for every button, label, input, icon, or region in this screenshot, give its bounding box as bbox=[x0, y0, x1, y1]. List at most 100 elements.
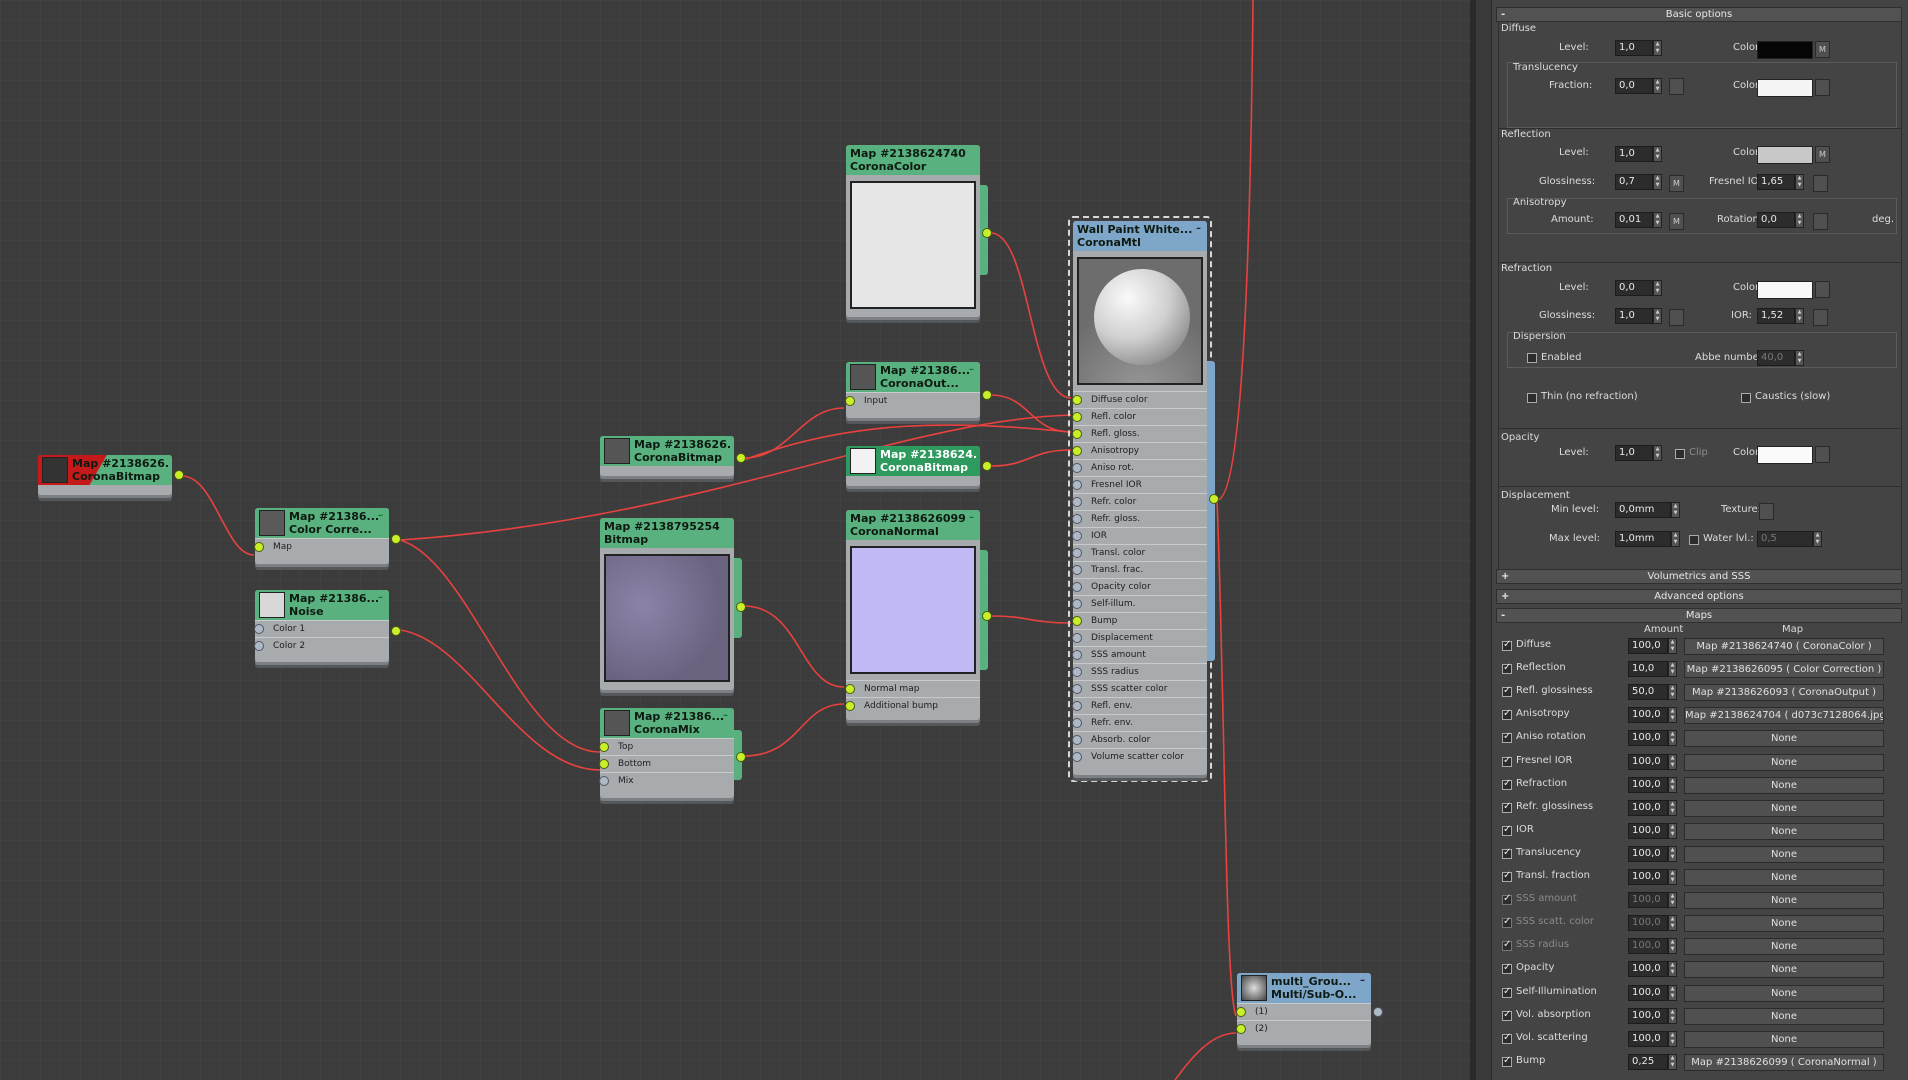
aniso-amount-spinner[interactable]: 0,01 ▲ ▼ bbox=[1615, 212, 1662, 228]
rollout-basic-options[interactable]: - Basic options bbox=[1496, 7, 1902, 22]
map-enable-checkbox[interactable] bbox=[1502, 847, 1512, 859]
slot-transl-frac[interactable]: Transl. frac. bbox=[1072, 561, 1207, 578]
rollout-advanced-options[interactable]: + Advanced options bbox=[1496, 589, 1902, 604]
node-noise[interactable]: Map #21386... Noise – Color 1 Color 2 bbox=[254, 590, 401, 662]
slot-refl-color[interactable]: Refl. color bbox=[1072, 408, 1207, 425]
output-socket[interactable] bbox=[982, 228, 992, 238]
minimize-icon[interactable]: – bbox=[1360, 975, 1365, 986]
opacity-level-spinner[interactable]: 1,0 ▲ ▼ bbox=[1615, 445, 1662, 461]
output-socket[interactable] bbox=[736, 752, 746, 762]
refraction-gloss-spinner[interactable]: 1,0 ▲ ▼ bbox=[1615, 308, 1662, 324]
map-enable-checkbox[interactable] bbox=[1502, 824, 1512, 836]
map-enable-checkbox[interactable] bbox=[1502, 731, 1512, 743]
slot-top[interactable]: Top bbox=[599, 738, 734, 755]
water-level-checkbox[interactable] bbox=[1689, 535, 1699, 545]
map-amount-spinner[interactable]: 0,25 ▲ ▼ bbox=[1628, 1054, 1677, 1070]
output-socket[interactable] bbox=[391, 626, 401, 636]
output-socket[interactable] bbox=[736, 453, 746, 463]
aniso-rotation-spinner[interactable]: 0,0 ▲ ▼ bbox=[1757, 212, 1804, 228]
node-editor-canvas[interactable]: Map #2138626... CoronaBitmap Map #21386..… bbox=[0, 0, 1470, 1080]
input-socket[interactable] bbox=[1072, 616, 1082, 626]
node-corona-output[interactable]: Map #21386... CoronaOut... – Input bbox=[845, 362, 992, 418]
map-slot-button[interactable]: None bbox=[1684, 938, 1884, 955]
input-socket[interactable] bbox=[1072, 565, 1082, 575]
output-socket[interactable] bbox=[1209, 494, 1219, 504]
map-enable-checkbox[interactable] bbox=[1502, 986, 1512, 998]
map-amount-spinner[interactable]: 100,0 ▲ ▼ bbox=[1628, 638, 1677, 654]
map-amount-spinner[interactable]: 100,0 ▲ ▼ bbox=[1628, 777, 1677, 793]
map-enable-checkbox[interactable] bbox=[1502, 662, 1512, 674]
output-socket[interactable] bbox=[174, 470, 184, 480]
map-enable-checkbox[interactable] bbox=[1502, 778, 1512, 790]
node-bitmap-mid[interactable]: Map #2138626... CoronaBitmap bbox=[600, 436, 746, 476]
slot-2[interactable]: (2) bbox=[1236, 1020, 1371, 1037]
input-socket[interactable] bbox=[1072, 752, 1082, 762]
map-amount-spinner[interactable]: 50,0 ▲ ▼ bbox=[1628, 684, 1677, 700]
map-enable-checkbox[interactable] bbox=[1502, 1032, 1512, 1044]
map-amount-spinner[interactable]: 100,0 ▲ ▼ bbox=[1628, 985, 1677, 1001]
map-slot-button[interactable]: Map #2138624704 ( d073c7128064.jpg ) bbox=[1684, 707, 1884, 724]
map-amount-spinner[interactable]: 100,0 ▲ ▼ bbox=[1628, 938, 1677, 954]
map-enable-checkbox[interactable] bbox=[1502, 639, 1512, 651]
translucency-fraction-map-button[interactable] bbox=[1669, 78, 1684, 95]
map-slot-button[interactable]: None bbox=[1684, 754, 1884, 771]
map-slot-button[interactable]: Map #2138626093 ( CoronaOutput ) bbox=[1684, 684, 1884, 701]
slot-opacity-color[interactable]: Opacity color bbox=[1072, 578, 1207, 595]
map-slot-button[interactable]: None bbox=[1684, 823, 1884, 840]
slot-volume-scatter-color[interactable]: Volume scatter color bbox=[1072, 748, 1207, 765]
slot-additional-bump[interactable]: Additional bump bbox=[845, 697, 980, 714]
map-enable-checkbox[interactable] bbox=[1502, 939, 1512, 951]
slot-refl-gloss[interactable]: Refl. gloss. bbox=[1072, 425, 1207, 442]
aniso-amount-map-button[interactable]: M bbox=[1669, 213, 1684, 230]
slot-refr-gloss[interactable]: Refr. gloss. bbox=[1072, 510, 1207, 527]
translucency-color-swatch[interactable] bbox=[1757, 79, 1813, 97]
slot-aniso-rot[interactable]: Aniso rot. bbox=[1072, 459, 1207, 476]
map-slot-button[interactable]: None bbox=[1684, 1008, 1884, 1025]
refraction-gloss-map-button[interactable] bbox=[1669, 309, 1684, 326]
map-amount-spinner[interactable]: 100,0 ▲ ▼ bbox=[1628, 915, 1677, 931]
node-corona-mix[interactable]: Map #21386... CoronaMix – Top Bottom Mix bbox=[599, 708, 746, 798]
input-socket[interactable] bbox=[1072, 650, 1082, 660]
input-socket[interactable] bbox=[1072, 548, 1082, 558]
map-slot-button[interactable]: None bbox=[1684, 961, 1884, 978]
map-enable-checkbox[interactable] bbox=[1502, 962, 1512, 974]
node-multi-subobject[interactable]: multi_Grou... Multi/Sub-O... – (1) (2) bbox=[1236, 973, 1383, 1045]
input-socket[interactable] bbox=[1072, 531, 1082, 541]
map-enable-checkbox[interactable] bbox=[1502, 916, 1512, 928]
input-socket[interactable] bbox=[1072, 463, 1082, 473]
input-socket[interactable] bbox=[1072, 412, 1082, 422]
input-socket[interactable] bbox=[1072, 718, 1082, 728]
map-slot-button[interactable]: None bbox=[1684, 869, 1884, 886]
map-amount-spinner[interactable]: 100,0 ▲ ▼ bbox=[1628, 961, 1677, 977]
output-socket[interactable] bbox=[982, 461, 992, 471]
node-bitmap-selected[interactable]: Map #2138624... CoronaBitmap bbox=[846, 446, 992, 486]
map-enable-checkbox[interactable] bbox=[1502, 685, 1512, 697]
input-socket[interactable] bbox=[1072, 667, 1082, 677]
panel-scrollbar[interactable] bbox=[1476, 0, 1492, 1080]
slot-sss-amount[interactable]: SSS amount bbox=[1072, 646, 1207, 663]
map-slot-button[interactable]: None bbox=[1684, 730, 1884, 747]
translucency-color-map-button[interactable] bbox=[1815, 79, 1830, 96]
slot-color2[interactable]: Color 2 bbox=[254, 637, 389, 654]
output-socket[interactable] bbox=[982, 390, 992, 400]
diffuse-map-button[interactable]: M bbox=[1815, 41, 1830, 58]
map-slot-button[interactable]: None bbox=[1684, 846, 1884, 863]
slot-normal-map[interactable]: Normal map bbox=[845, 680, 980, 697]
slot-refr-env[interactable]: Refr. env. bbox=[1072, 714, 1207, 731]
abbe-number-spinner[interactable]: 40,0 ▲ ▼ bbox=[1757, 350, 1804, 366]
input-socket[interactable] bbox=[1072, 446, 1082, 456]
refraction-color-map-button[interactable] bbox=[1815, 281, 1830, 298]
input-socket[interactable] bbox=[1072, 599, 1082, 609]
minimize-icon[interactable]: – bbox=[969, 512, 974, 523]
input-socket[interactable] bbox=[1072, 735, 1082, 745]
rollout-maps[interactable]: - Maps bbox=[1496, 608, 1902, 623]
map-slot-button[interactable]: None bbox=[1684, 892, 1884, 909]
minimize-icon[interactable]: – bbox=[378, 592, 383, 603]
slot-sss-radius[interactable]: SSS radius bbox=[1072, 663, 1207, 680]
minimize-icon[interactable]: – bbox=[1196, 223, 1201, 234]
map-slot-button[interactable]: None bbox=[1684, 800, 1884, 817]
map-amount-spinner[interactable]: 100,0 ▲ ▼ bbox=[1628, 800, 1677, 816]
clip-checkbox[interactable] bbox=[1675, 449, 1685, 459]
diffuse-color-swatch[interactable] bbox=[1757, 41, 1813, 59]
reflection-level-spinner[interactable]: 1,0 ▲ ▼ bbox=[1615, 146, 1662, 162]
